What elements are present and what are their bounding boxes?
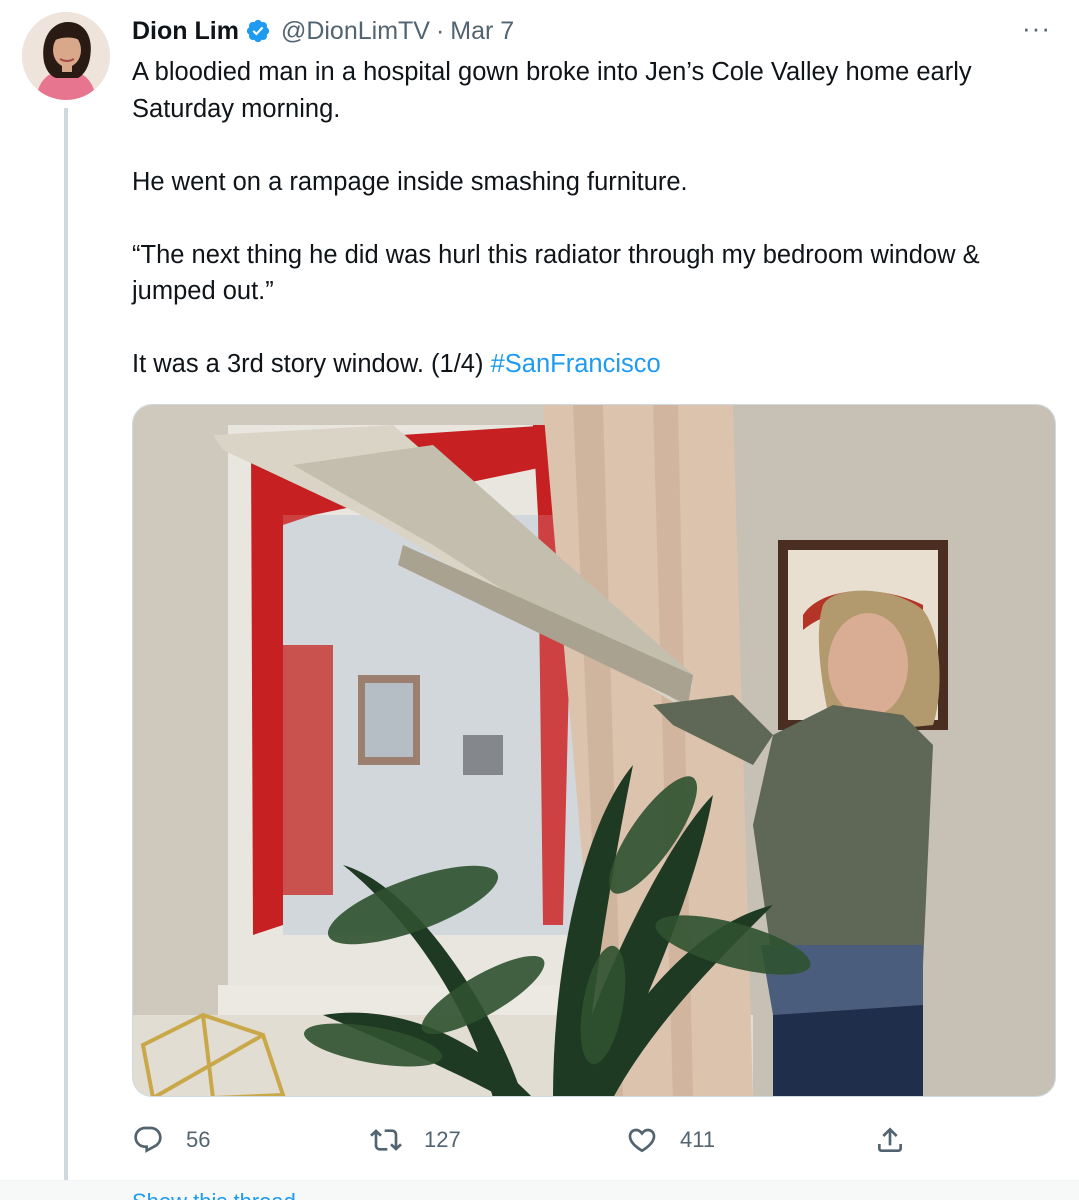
reply-button[interactable]: 56 <box>132 1118 210 1162</box>
retweet-count: 127 <box>424 1127 461 1152</box>
author-avatar[interactable] <box>22 12 110 100</box>
tweet-date[interactable]: Mar 7 <box>450 17 514 46</box>
show-thread-link[interactable]: Show this thread <box>132 1192 296 1200</box>
tweet-photo[interactable] <box>132 404 1056 1097</box>
verified-badge-icon <box>246 19 270 43</box>
avatar-image <box>22 12 110 100</box>
tweet[interactable]: Dion Lim @DionLimTV · Mar 7 ··· A bloodi… <box>0 0 1079 1180</box>
thread-connector-line <box>64 108 68 1180</box>
tweet-actions: 56 127 411 <box>132 1118 1056 1162</box>
share-button[interactable] <box>874 1118 928 1162</box>
retweet-button[interactable]: 127 <box>370 1118 461 1162</box>
like-button[interactable]: 411 <box>626 1118 715 1162</box>
tweet-header: Dion Lim @DionLimTV · Mar 7 <box>132 14 514 48</box>
tweet-paragraph-last: It was a 3rd story window. (1/4) #SanFra… <box>132 346 1062 383</box>
share-icon <box>878 1127 902 1152</box>
tweet-paragraph-text: It was a 3rd story window. (1/4) <box>132 350 484 378</box>
tweet-paragraph: “The next thing he did was hurl this rad… <box>132 240 980 306</box>
hashtag-link[interactable]: #SanFrancisco <box>491 350 661 378</box>
tweet-paragraph: He went on a rampage inside smashing fur… <box>132 167 688 196</box>
author-handle[interactable]: @DionLimTV <box>281 17 430 46</box>
tweet-text: A bloodied man in a hospital gown broke … <box>132 54 1062 383</box>
tweet-paragraph: A bloodied man in a hospital gown broke … <box>132 58 972 123</box>
retweet-icon <box>370 1129 402 1151</box>
photo-image <box>133 405 1055 1096</box>
reply-count: 56 <box>186 1127 211 1152</box>
heart-icon <box>628 1128 656 1153</box>
author-name[interactable]: Dion Lim <box>132 17 239 46</box>
reply-icon <box>134 1126 162 1153</box>
header-separator: · <box>435 16 445 45</box>
like-count: 411 <box>680 1127 716 1152</box>
more-options-icon[interactable]: ··· <box>1022 15 1051 41</box>
